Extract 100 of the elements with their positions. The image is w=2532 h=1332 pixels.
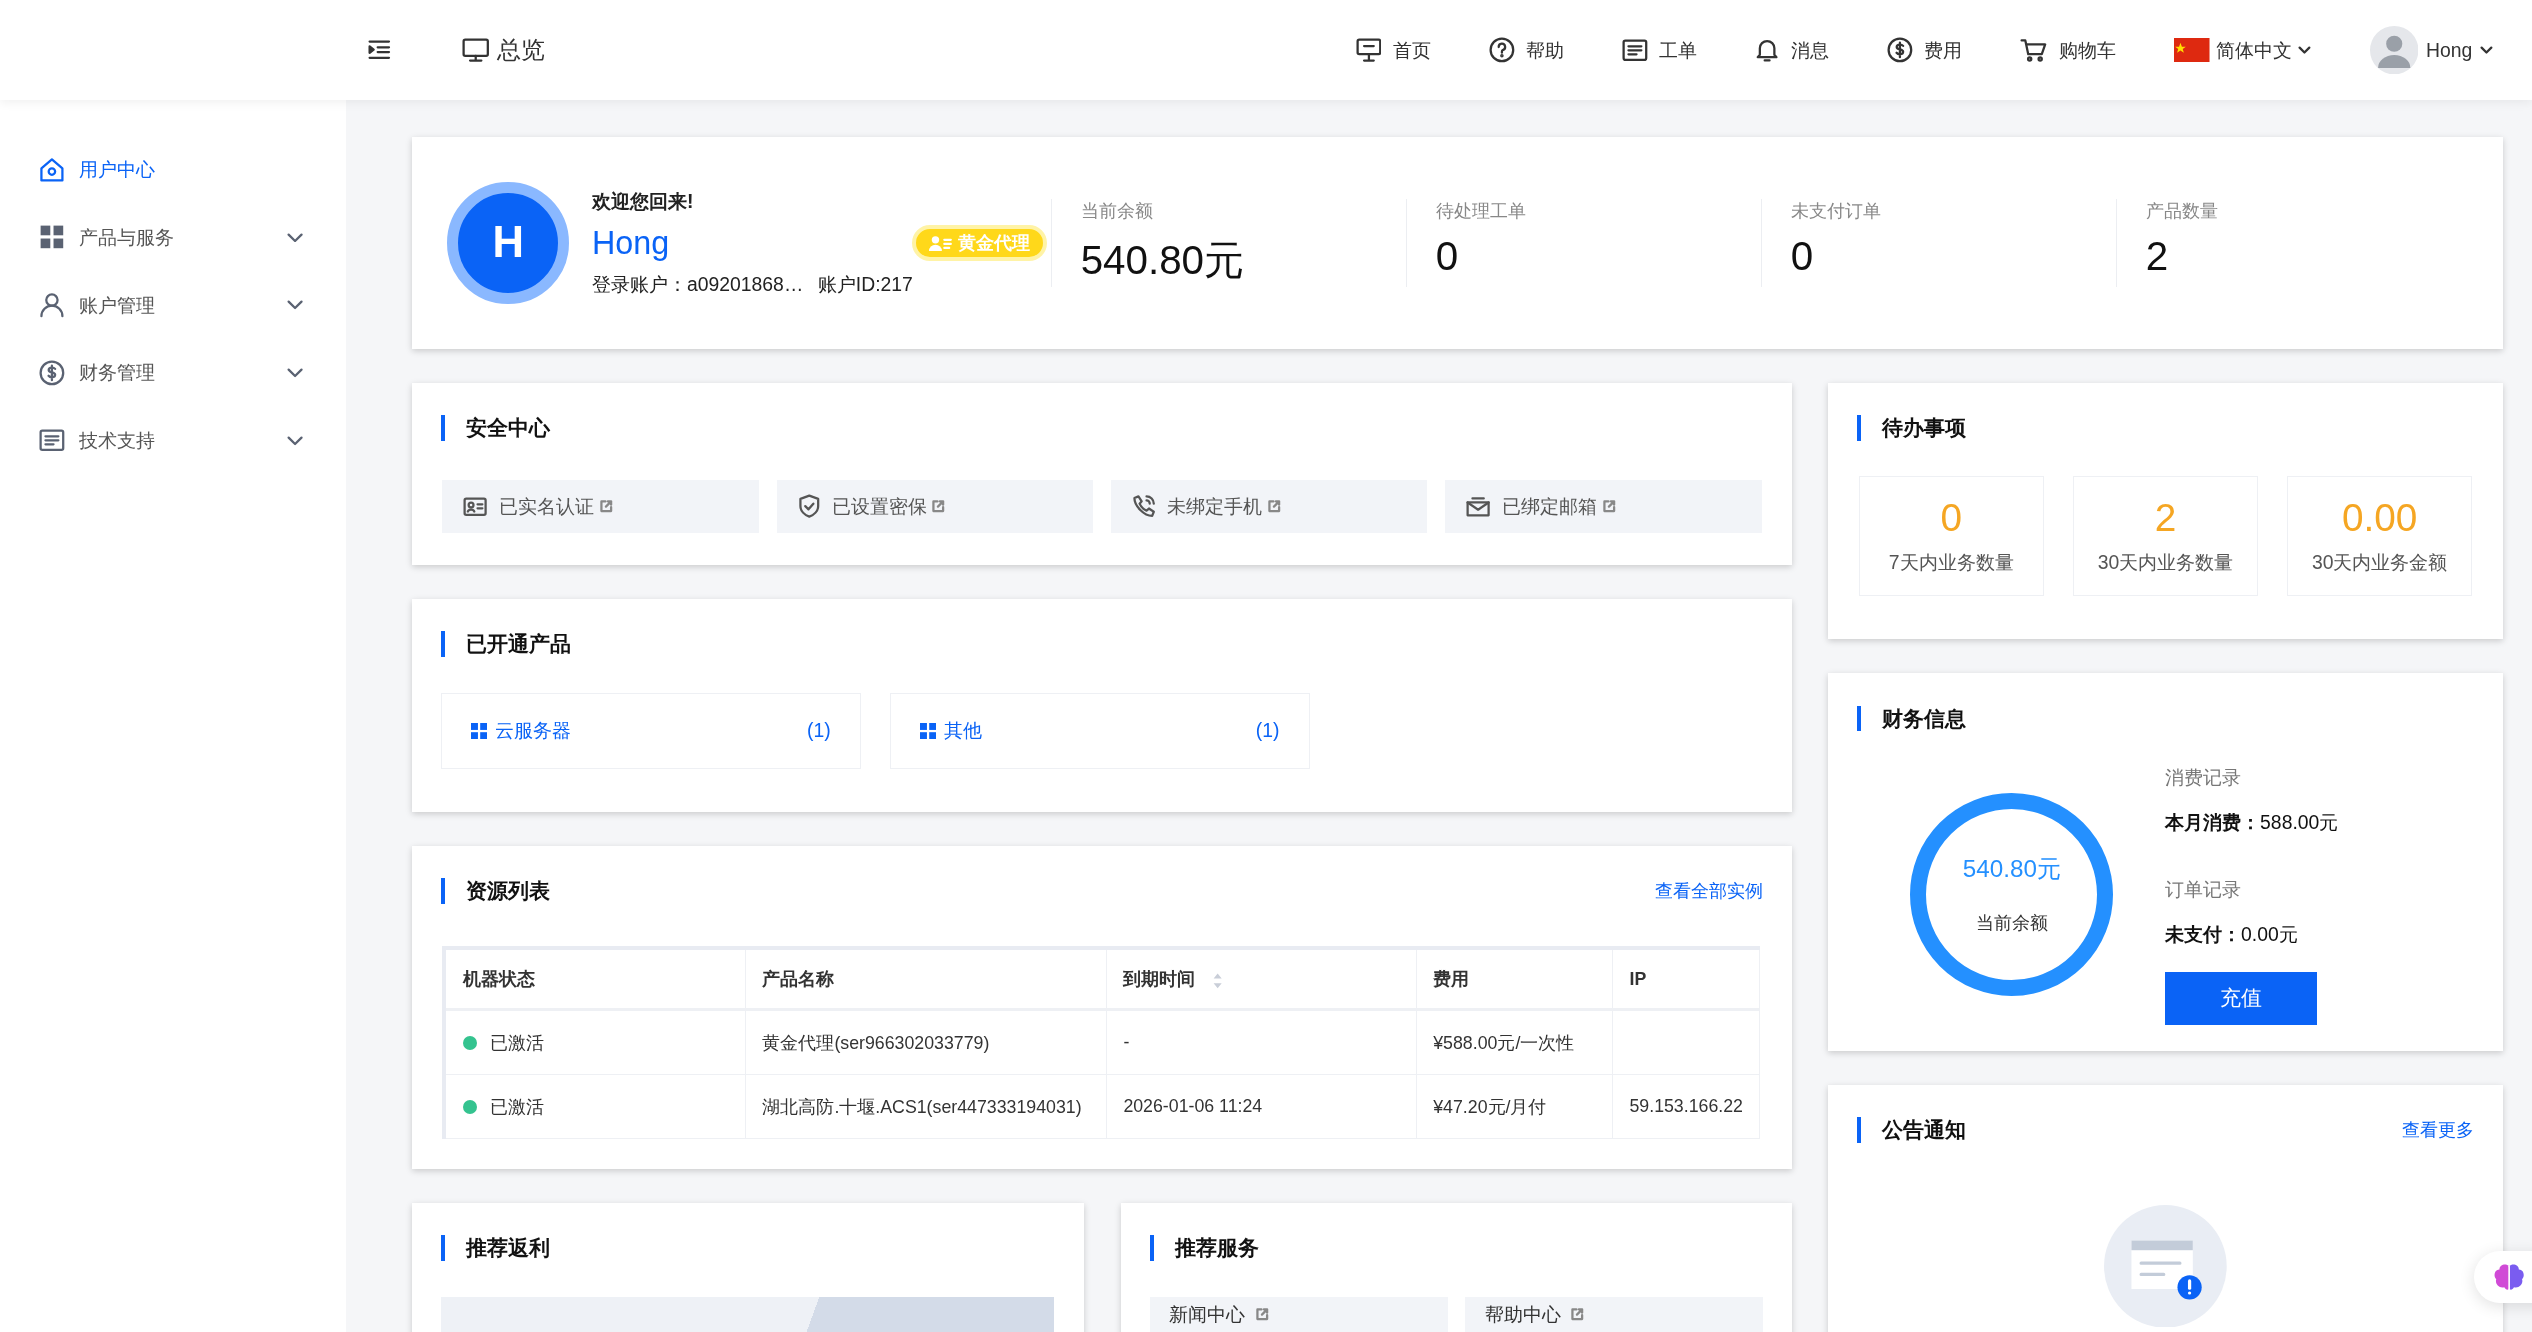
product-item[interactable]: 其他 (1)	[889, 692, 1310, 769]
section-title: 公告通知	[1857, 1117, 1966, 1144]
external-link-icon	[1267, 498, 1282, 514]
avatar-icon	[2369, 25, 2418, 75]
avatar-circle: H	[447, 181, 570, 305]
column-header: 费用	[1416, 948, 1613, 1010]
record-heading: 订单记录	[2165, 876, 2243, 902]
record-heading: 消费记录	[2165, 764, 2243, 790]
billing-link[interactable]: 费用	[1886, 36, 1963, 64]
language-select[interactable]: 简体中文	[2174, 36, 2312, 64]
shield-check-icon	[797, 494, 821, 519]
product-item[interactable]: 云服务器 (1)	[440, 692, 861, 769]
ticket-link[interactable]: 工单	[1622, 36, 1698, 64]
record-line: 未支付：0.00元	[2165, 921, 2299, 947]
stat-value: 0	[1435, 233, 1460, 281]
todo-label: 30天内业务数量	[2097, 550, 2234, 576]
section-title: 已开通产品	[440, 631, 571, 658]
security-item[interactable]: 已实名认证	[442, 479, 759, 533]
table-cell: ¥47.20元/月付	[1416, 1074, 1613, 1139]
sidebar-item[interactable]: 技术支持	[38, 419, 307, 462]
todo-label: 7天内业务数量	[1888, 550, 2014, 576]
column-header: IP	[1612, 948, 1760, 1010]
security-item[interactable]: 已绑定邮箱	[1445, 479, 1762, 533]
home-link[interactable]: 首页	[1355, 36, 1431, 64]
todo-value: 0	[1940, 495, 1962, 540]
status-text: 已激活	[490, 1032, 544, 1053]
column-header[interactable]: 到期时间	[1106, 948, 1417, 1010]
stat-label: 产品数量	[2145, 200, 2219, 224]
menu-toggle-button[interactable]	[368, 40, 391, 60]
grid-icon	[919, 722, 936, 739]
section-title: 推荐服务	[1149, 1235, 1259, 1262]
security-item[interactable]: 未绑定手机	[1110, 479, 1428, 533]
id-card-icon	[463, 496, 488, 516]
dollar-icon	[1886, 37, 1913, 63]
monitor-icon	[461, 37, 490, 63]
external-link-icon	[1601, 498, 1617, 514]
stat-label: 待处理工单	[1435, 200, 1527, 224]
user-card-icon	[929, 234, 952, 252]
table-cell: 2026-01-06 11:24	[1106, 1074, 1417, 1139]
ring-amount: 540.80元	[1962, 854, 2061, 885]
message-link[interactable]: 消息	[1755, 36, 1829, 64]
bell-icon	[1755, 37, 1780, 63]
user-icon	[38, 292, 65, 319]
table-cell: 黄金代理(ser966302033779)	[745, 1009, 1107, 1075]
cart-link[interactable]: 购物车	[2020, 36, 2116, 64]
column-header: 机器状态	[444, 948, 746, 1010]
chevron-down-icon	[2480, 46, 2494, 55]
table-cell: 湖北高防.十堰.ACS1(ser447333194031)	[745, 1074, 1107, 1139]
sidebar-item[interactable]: 财务管理	[38, 352, 307, 394]
phone-icon	[1131, 494, 1157, 519]
table-cell: ¥588.00元/一次性	[1416, 1009, 1613, 1075]
monitor-icon	[1355, 37, 1382, 63]
sort-icon	[1211, 971, 1223, 990]
chevron-down-icon	[287, 435, 304, 446]
table-cell: -	[1106, 1009, 1417, 1075]
view-more-link[interactable]: 查看全部实例	[1655, 879, 1764, 904]
document-icon	[38, 429, 65, 453]
chevron-down-icon	[287, 300, 304, 310]
envelope-icon	[1466, 495, 1491, 517]
external-link-icon	[598, 498, 614, 514]
greeting-text: 欢迎您回来!	[592, 188, 695, 214]
table-cell: 59.153.166.22	[1612, 1074, 1760, 1139]
section-title: 安全中心	[440, 414, 550, 441]
home-icon	[38, 156, 65, 183]
todo-value: 2	[2154, 495, 2177, 540]
section-title: 待办事项	[1857, 414, 1966, 441]
stat-label: 未支付订单	[1790, 200, 1882, 224]
sidebar-item[interactable]: 用户中心	[38, 148, 307, 191]
user-menu[interactable]: Hong	[2369, 25, 2494, 75]
security-item[interactable]: 已设置密保	[776, 479, 1094, 533]
grid-icon	[470, 722, 488, 739]
indent-icon	[368, 40, 391, 60]
dollar-icon	[38, 360, 65, 386]
section-title: 财务信息	[1857, 705, 1966, 732]
flag-icon	[2174, 37, 2210, 63]
view-more-link[interactable]: 查看更多	[2401, 1118, 2474, 1143]
sidebar-item[interactable]: 产品与服务	[38, 216, 307, 259]
todo-label: 30天内业务金额	[2311, 550, 2448, 576]
todo-value: 0.00	[2341, 495, 2418, 540]
badge-label: 黄金代理	[958, 232, 1031, 255]
stat-value: 2	[2145, 233, 2170, 281]
stat-label: 当前余额	[1080, 200, 1154, 224]
account-text: 登录账户：a09201868…	[592, 272, 804, 298]
ring-label: 当前余额	[1975, 912, 2048, 936]
help-link[interactable]: 帮助	[1488, 36, 1564, 64]
service-link[interactable]: 帮助中心	[1465, 1296, 1764, 1332]
chevron-down-icon	[287, 232, 304, 243]
sidebar-item[interactable]: 账户管理	[38, 284, 307, 327]
external-link-icon	[931, 498, 946, 514]
section-title: 推荐返利	[440, 1235, 550, 1262]
recharge-button[interactable]: 充值	[2165, 971, 2317, 1026]
service-link[interactable]: 新闻中心	[1149, 1296, 1448, 1332]
section-title: 资源列表	[440, 878, 550, 905]
document-icon	[1622, 38, 1648, 62]
grid-icon	[38, 224, 65, 251]
cart-icon	[2020, 37, 2048, 63]
column-header: 产品名称	[745, 948, 1107, 1010]
overview-tab[interactable]: 总览	[461, 34, 546, 67]
status-text: 已激活	[490, 1096, 544, 1117]
chevron-down-icon	[287, 368, 304, 378]
